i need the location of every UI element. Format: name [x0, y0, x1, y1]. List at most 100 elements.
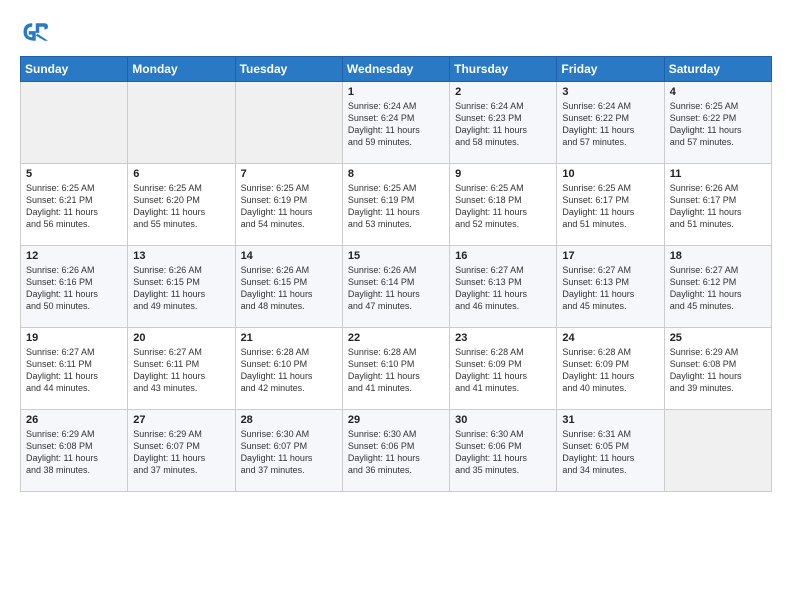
cell-info: Sunrise: 6:25 AMSunset: 6:19 PMDaylight:… — [348, 182, 444, 231]
cell-info: Sunrise: 6:25 AMSunset: 6:21 PMDaylight:… — [26, 182, 122, 231]
calendar-cell: 19Sunrise: 6:27 AMSunset: 6:11 PMDayligh… — [21, 328, 128, 410]
calendar-cell: 22 Sunrise: 6:28 AMSunset: 6:10 PMDayligh… — [342, 328, 449, 410]
cell-info: Sunrise: 6:25 AMSunset: 6:17 PMDaylight:… — [562, 182, 658, 231]
day-number: 18 — [670, 250, 766, 262]
calendar-cell: 23 Sunrise: 6:28 AMSunset: 6:09 PMDayligh… — [450, 328, 557, 410]
calendar-table: SundayMondayTuesdayWednesdayThursdayFrid… — [20, 56, 772, 492]
day-number: 9 — [455, 168, 551, 180]
day-number: 24 — [562, 332, 658, 344]
day-number: 12 — [26, 250, 122, 262]
calendar-cell: 20Sunrise: 6:27 AMSunset: 6:11 PMDayligh… — [128, 328, 235, 410]
calendar-cell: 16 Sunrise: 6:27 AMSunset: 6:13 PMDayligh… — [450, 246, 557, 328]
calendar-cell: 13 Sunrise: 6:26 AMSunset: 6:15 PMDayligh… — [128, 246, 235, 328]
day-number: 31 — [562, 414, 658, 426]
calendar-cell: 10 Sunrise: 6:25 AMSunset: 6:17 PMDayligh… — [557, 164, 664, 246]
cell-info: Sunrise: 6:25 AMSunset: 6:19 PMDaylight:… — [241, 182, 337, 231]
cell-info: Sunrise: 6:26 AMSunset: 6:17 PMDaylight:… — [670, 182, 766, 231]
cell-info: Sunrise: 6:26 AMSunset: 6:15 PMDaylight:… — [133, 264, 229, 313]
day-number: 27 — [133, 414, 229, 426]
calendar-cell: 15 Sunrise: 6:26 AMSunset: 6:14 PMDayligh… — [342, 246, 449, 328]
calendar-cell: 4 Sunrise: 6:25 AMSunset: 6:22 PMDaylight… — [664, 82, 771, 164]
calendar-cell: 12 Sunrise: 6:26 AMSunset: 6:16 PMDayligh… — [21, 246, 128, 328]
day-number: 6 — [133, 168, 229, 180]
day-number: 8 — [348, 168, 444, 180]
cell-info: Sunrise: 6:29 AMSunset: 6:08 PMDaylight:… — [670, 346, 766, 395]
cell-info: Sunrise: 6:27 AMSunset: 6:13 PMDaylight:… — [562, 264, 658, 313]
cell-info: Sunrise: 6:27 AMSunset: 6:11 PMDaylight:… — [133, 346, 229, 395]
header — [20, 18, 772, 46]
day-number: 15 — [348, 250, 444, 262]
cell-info: Sunrise: 6:30 AMSunset: 6:06 PMDaylight:… — [455, 428, 551, 477]
cell-info: Sunrise: 6:25 AMSunset: 6:22 PMDaylight:… — [670, 100, 766, 149]
day-number: 19 — [26, 332, 122, 344]
cell-info: Sunrise: 6:27 AMSunset: 6:12 PMDaylight:… — [670, 264, 766, 313]
week-row-5: 26Sunrise: 6:29 AMSunset: 6:08 PMDayligh… — [21, 410, 772, 492]
cell-info: Sunrise: 6:26 AMSunset: 6:14 PMDaylight:… — [348, 264, 444, 313]
cell-info: Sunrise: 6:28 AMSunset: 6:09 PMDaylight:… — [562, 346, 658, 395]
day-number: 2 — [455, 86, 551, 98]
calendar-cell: 7 Sunrise: 6:25 AMSunset: 6:19 PMDaylight… — [235, 164, 342, 246]
day-number: 1 — [348, 86, 444, 98]
logo-icon — [20, 18, 48, 46]
day-number: 7 — [241, 168, 337, 180]
day-number: 10 — [562, 168, 658, 180]
calendar-cell: 27 Sunrise: 6:29 AMSunset: 6:07 PMDayligh… — [128, 410, 235, 492]
day-number: 21 — [241, 332, 337, 344]
calendar-cell: 18 Sunrise: 6:27 AMSunset: 6:12 PMDayligh… — [664, 246, 771, 328]
day-number: 26 — [26, 414, 122, 426]
cell-info: Sunrise: 6:25 AMSunset: 6:18 PMDaylight:… — [455, 182, 551, 231]
cell-info: Sunrise: 6:28 AMSunset: 6:10 PMDaylight:… — [348, 346, 444, 395]
calendar-cell: 1 Sunrise: 6:24 AMSunset: 6:24 PMDaylight… — [342, 82, 449, 164]
calendar-cell — [128, 82, 235, 164]
calendar-cell: 17 Sunrise: 6:27 AMSunset: 6:13 PMDayligh… — [557, 246, 664, 328]
week-row-3: 12 Sunrise: 6:26 AMSunset: 6:16 PMDayligh… — [21, 246, 772, 328]
calendar-cell: 6 Sunrise: 6:25 AMSunset: 6:20 PMDaylight… — [128, 164, 235, 246]
day-number: 22 — [348, 332, 444, 344]
calendar-header: SundayMondayTuesdayWednesdayThursdayFrid… — [21, 57, 772, 82]
weekday-header-saturday: Saturday — [664, 57, 771, 82]
cell-info: Sunrise: 6:30 AMSunset: 6:07 PMDaylight:… — [241, 428, 337, 477]
cell-info: Sunrise: 6:27 AMSunset: 6:13 PMDaylight:… — [455, 264, 551, 313]
day-number: 23 — [455, 332, 551, 344]
calendar-cell: 30 Sunrise: 6:30 AMSunset: 6:06 PMDayligh… — [450, 410, 557, 492]
calendar-cell: 8 Sunrise: 6:25 AMSunset: 6:19 PMDaylight… — [342, 164, 449, 246]
day-number: 3 — [562, 86, 658, 98]
cell-info: Sunrise: 6:26 AMSunset: 6:15 PMDaylight:… — [241, 264, 337, 313]
cell-info: Sunrise: 6:26 AMSunset: 6:16 PMDaylight:… — [26, 264, 122, 313]
calendar-cell: 24 Sunrise: 6:28 AMSunset: 6:09 PMDayligh… — [557, 328, 664, 410]
day-number: 29 — [348, 414, 444, 426]
day-number: 17 — [562, 250, 658, 262]
cell-info: Sunrise: 6:28 AMSunset: 6:09 PMDaylight:… — [455, 346, 551, 395]
calendar-cell — [235, 82, 342, 164]
calendar-cell: 31Sunrise: 6:31 AMSunset: 6:05 PMDayligh… — [557, 410, 664, 492]
day-number: 5 — [26, 168, 122, 180]
weekday-header-tuesday: Tuesday — [235, 57, 342, 82]
week-row-1: 1 Sunrise: 6:24 AMSunset: 6:24 PMDaylight… — [21, 82, 772, 164]
weekday-header-thursday: Thursday — [450, 57, 557, 82]
calendar-cell: 25Sunrise: 6:29 AMSunset: 6:08 PMDayligh… — [664, 328, 771, 410]
day-number: 16 — [455, 250, 551, 262]
calendar-cell: 9 Sunrise: 6:25 AMSunset: 6:18 PMDaylight… — [450, 164, 557, 246]
calendar-cell: 11Sunrise: 6:26 AMSunset: 6:17 PMDayligh… — [664, 164, 771, 246]
cell-info: Sunrise: 6:29 AMSunset: 6:07 PMDaylight:… — [133, 428, 229, 477]
calendar-cell: 14Sunrise: 6:26 AMSunset: 6:15 PMDayligh… — [235, 246, 342, 328]
cell-info: Sunrise: 6:24 AMSunset: 6:24 PMDaylight:… — [348, 100, 444, 149]
day-number: 28 — [241, 414, 337, 426]
calendar-cell — [21, 82, 128, 164]
day-number: 13 — [133, 250, 229, 262]
week-row-4: 19 Sunrise: 6:27 AMSunset: 6:11 PMDayligh… — [21, 328, 772, 410]
day-number: 4 — [670, 86, 766, 98]
cell-info: Sunrise: 6:25 AMSunset: 6:20 PMDaylight:… — [133, 182, 229, 231]
calendar-cell — [664, 410, 771, 492]
cell-info: Sunrise: 6:30 AMSunset: 6:06 PMDaylight:… — [348, 428, 444, 477]
calendar-cell: 5 Sunrise: 6:25 AMSunset: 6:21 PMDaylight… — [21, 164, 128, 246]
calendar-cell: 28 Sunrise: 6:30 AMSunset: 6:07 PMDayligh… — [235, 410, 342, 492]
weekday-header-monday: Monday — [128, 57, 235, 82]
day-number: 30 — [455, 414, 551, 426]
weekday-header-wednesday: Wednesday — [342, 57, 449, 82]
calendar-cell: 21Sunrise: 6:28 AMSunset: 6:10 PMDayligh… — [235, 328, 342, 410]
calendar-cell: 2 Sunrise: 6:24 AMSunset: 6:23 PMDaylight… — [450, 82, 557, 164]
logo — [20, 18, 52, 46]
cell-info: Sunrise: 6:24 AMSunset: 6:23 PMDaylight:… — [455, 100, 551, 149]
weekday-header-friday: Friday — [557, 57, 664, 82]
